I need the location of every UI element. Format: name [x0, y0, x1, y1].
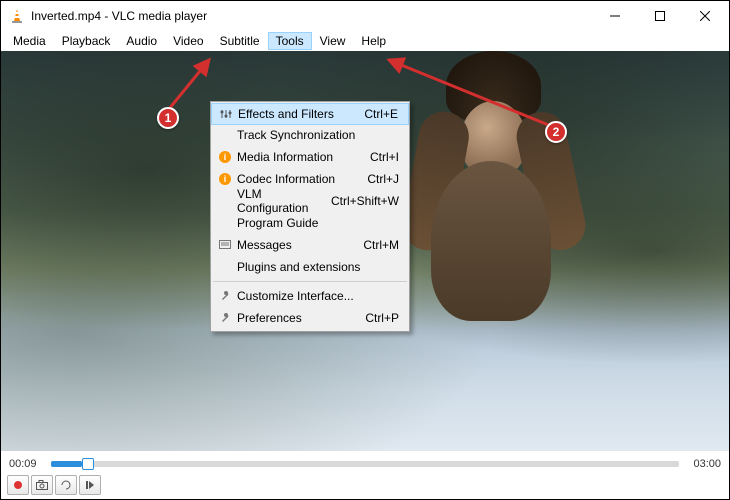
- menu-video[interactable]: Video: [165, 32, 211, 50]
- menu-item-label: Program Guide: [235, 216, 399, 230]
- record-icon: [14, 481, 22, 489]
- menu-item-shortcut: Ctrl+P: [365, 311, 399, 325]
- wrench-icon: [215, 290, 235, 302]
- snapshot-button[interactable]: [31, 475, 53, 495]
- menu-subtitle[interactable]: Subtitle: [212, 32, 268, 50]
- maximize-button[interactable]: [637, 2, 682, 30]
- menu-item-label: Codec Information: [235, 172, 367, 186]
- annotation-badge-1: 1: [157, 107, 179, 129]
- titlebar: Inverted.mp4 - VLC media player: [1, 1, 729, 31]
- window-title: Inverted.mp4 - VLC media player: [31, 9, 592, 23]
- annotation-arrow-2: [381, 54, 561, 134]
- menu-separator: [213, 281, 407, 282]
- menu-item-plugins-and-extensions[interactable]: Plugins and extensions: [211, 256, 409, 278]
- menu-item-customize-interface[interactable]: Customize Interface...: [211, 285, 409, 307]
- menu-item-label: Media Information: [235, 150, 370, 164]
- menu-item-shortcut: Ctrl+I: [370, 150, 399, 164]
- total-time: 03:00: [685, 458, 721, 470]
- menu-item-program-guide[interactable]: Program Guide: [211, 212, 409, 234]
- record-button[interactable]: [7, 475, 29, 495]
- current-time: 00:09: [9, 458, 45, 470]
- menu-item-label: Plugins and extensions: [235, 260, 399, 274]
- menu-item-label: Effects and Filters: [236, 107, 364, 121]
- menu-tools[interactable]: Tools: [268, 32, 312, 50]
- wrench-icon: [215, 312, 235, 324]
- menu-item-label: Track Synchronization: [235, 128, 399, 142]
- menu-item-label: Preferences: [235, 311, 365, 325]
- info-icon: i: [215, 173, 235, 185]
- menu-item-media-information[interactable]: iMedia InformationCtrl+I: [211, 146, 409, 168]
- annotation-badge-2: 2: [545, 121, 567, 143]
- window-controls: [592, 2, 727, 30]
- camera-icon: [36, 480, 48, 490]
- menu-view[interactable]: View: [312, 32, 354, 50]
- menu-item-label: Customize Interface...: [235, 289, 399, 303]
- menu-item-label: Messages: [235, 238, 363, 252]
- menu-item-shortcut: Ctrl+Shift+W: [331, 194, 399, 208]
- vlc-icon: [9, 8, 25, 24]
- loop-a-button[interactable]: [55, 475, 77, 495]
- menubar: MediaPlaybackAudioVideoSubtitleToolsView…: [1, 31, 729, 51]
- minimize-button[interactable]: [592, 2, 637, 30]
- frame-step-button[interactable]: [79, 475, 101, 495]
- menu-item-label: VLM Configuration: [235, 187, 331, 215]
- info-icon: i: [215, 151, 235, 163]
- menu-media[interactable]: Media: [5, 32, 54, 50]
- menu-item-preferences[interactable]: PreferencesCtrl+P: [211, 307, 409, 329]
- menu-audio[interactable]: Audio: [118, 32, 165, 50]
- menu-item-shortcut: Ctrl+J: [367, 172, 399, 186]
- menu-item-vlm-configuration[interactable]: VLM ConfigurationCtrl+Shift+W: [211, 190, 409, 212]
- menu-help[interactable]: Help: [353, 32, 394, 50]
- seek-knob[interactable]: [82, 458, 94, 470]
- video-area[interactable]: Effects and FiltersCtrl+E Track Synchroni…: [1, 51, 729, 451]
- close-button[interactable]: [682, 2, 727, 30]
- seek-progress: [51, 461, 82, 467]
- menu-item-messages[interactable]: MessagesCtrl+M: [211, 234, 409, 256]
- toolbar: [1, 471, 729, 499]
- tools-menu-dropdown: Effects and FiltersCtrl+E Track Synchroni…: [210, 101, 410, 332]
- menu-playback[interactable]: Playback: [54, 32, 119, 50]
- menu-item-effects-and-filters[interactable]: Effects and FiltersCtrl+E: [211, 103, 409, 125]
- messages-icon: [215, 240, 235, 250]
- annotation-arrow-1: [161, 54, 221, 114]
- menu-item-shortcut: Ctrl+M: [363, 238, 399, 252]
- loop-icon: [61, 480, 71, 490]
- seek-bar-row: 00:09 03:00: [1, 451, 729, 471]
- step-icon: [85, 480, 95, 490]
- menu-item-track-synchronization[interactable]: Track Synchronization: [211, 124, 409, 146]
- seek-bar[interactable]: [51, 461, 679, 467]
